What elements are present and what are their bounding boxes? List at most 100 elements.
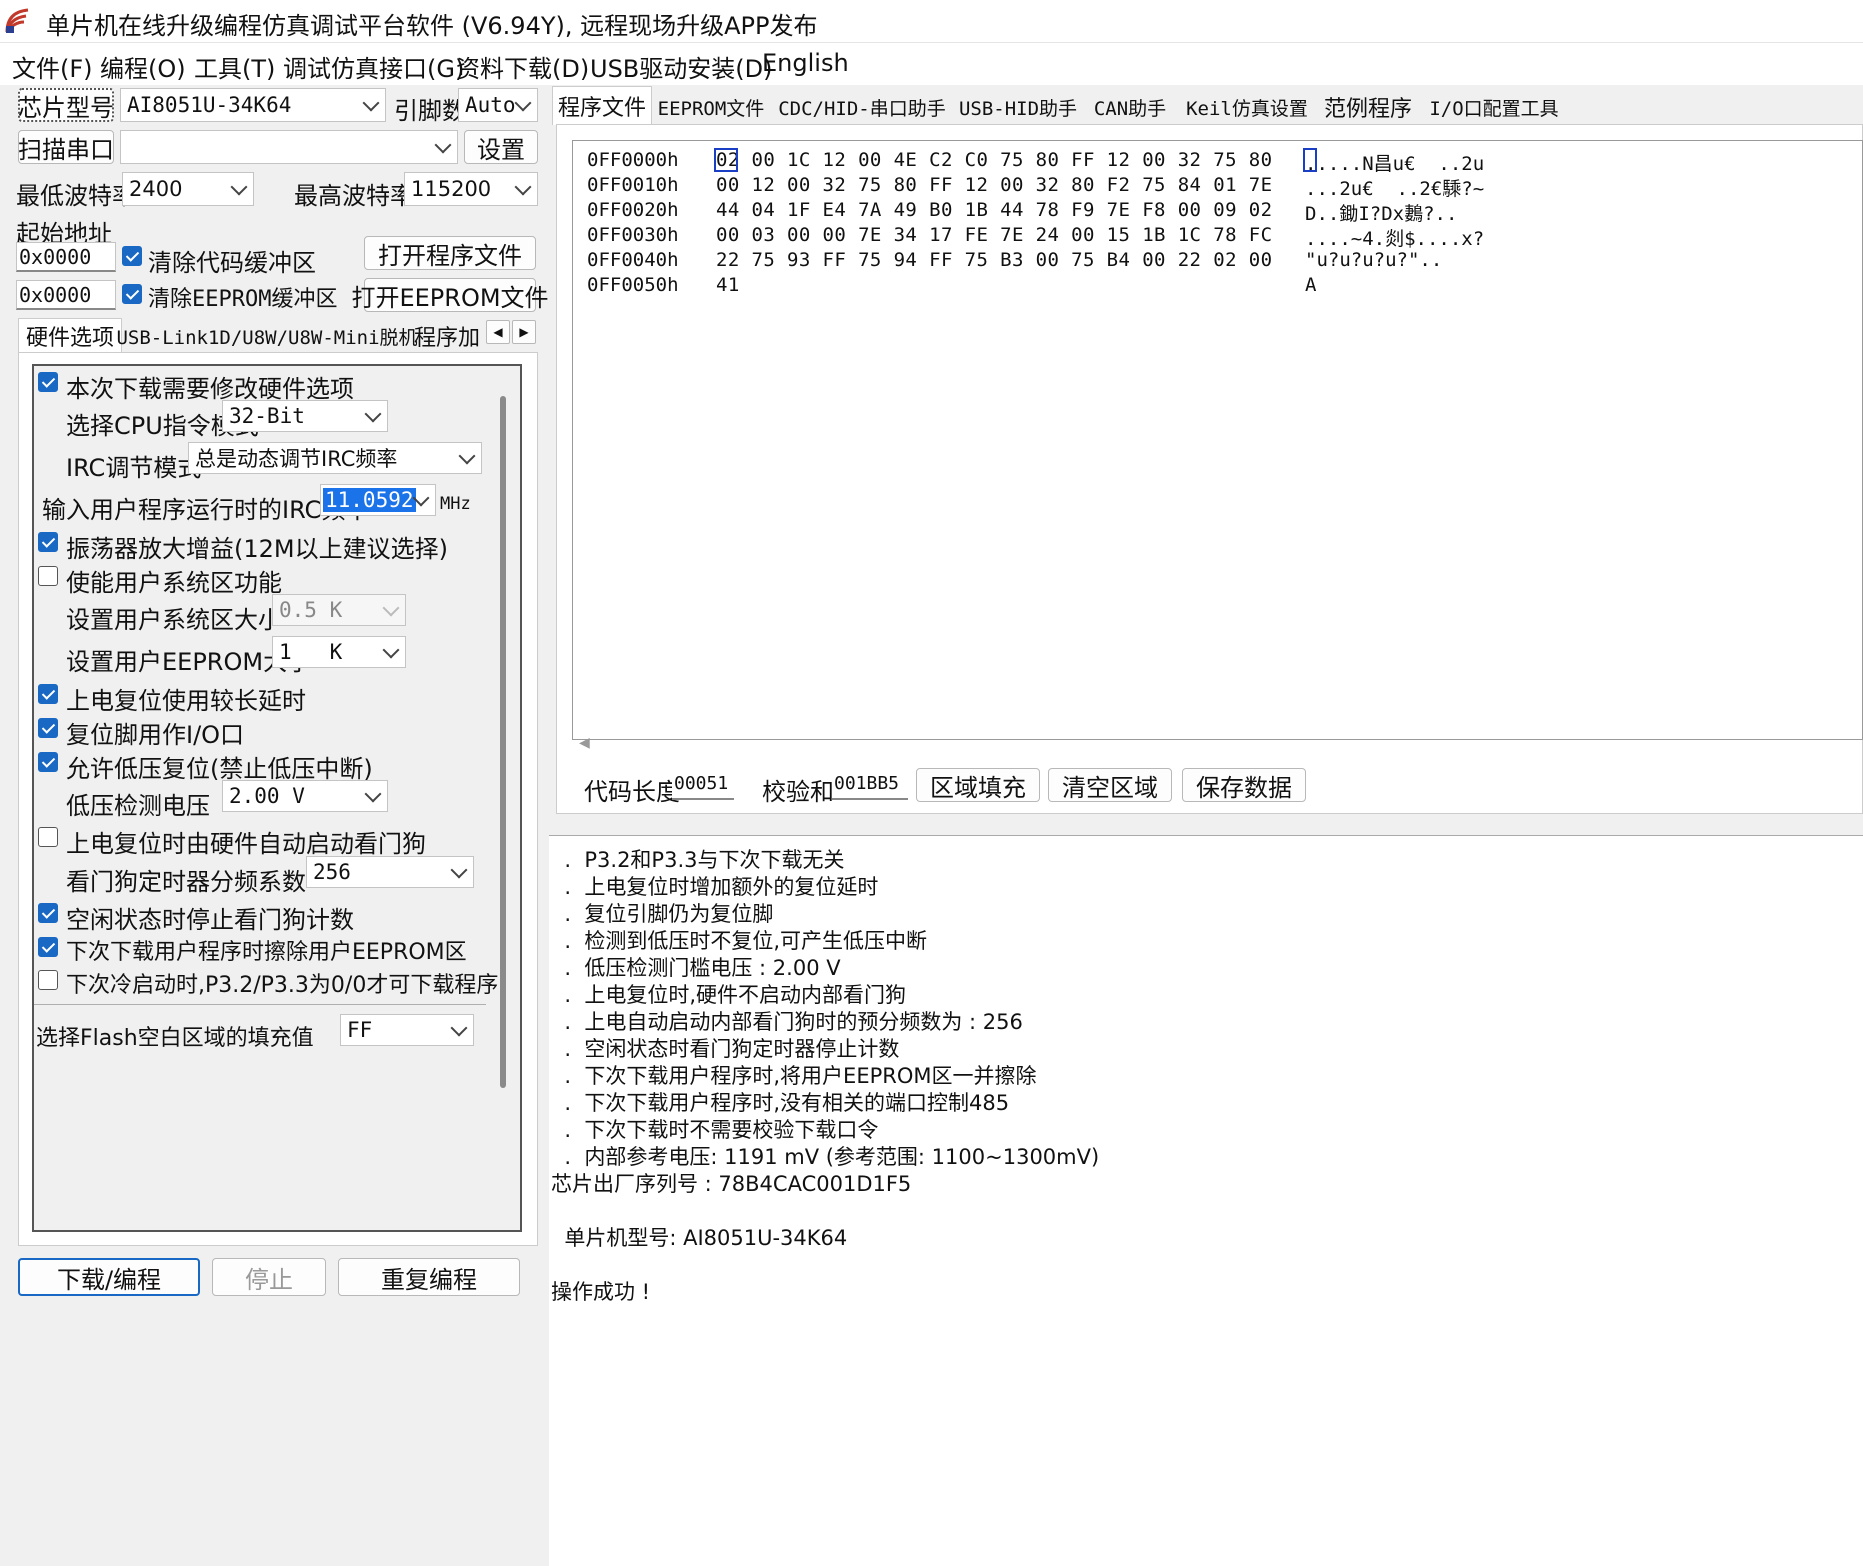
scan-port-button[interactable]: 扫描串口 — [18, 130, 114, 164]
irc-freq-select[interactable]: 11.0592 — [320, 484, 436, 516]
hex-address: 0FF0050h — [587, 274, 679, 296]
save-data-button[interactable]: 保存数据 — [1182, 768, 1306, 802]
open-eeprom-button[interactable]: 打开EEPROM文件 — [351, 278, 549, 312]
long-delay-label: 上电复位使用较长延时 — [66, 687, 306, 715]
osc-gain-checkbox[interactable] — [38, 532, 58, 552]
output-log[interactable]: . P3.2和P3.3与下次下载无关 . 上电复位时增加额外的复位延时 . 复位… — [549, 835, 1863, 1566]
download-program-button[interactable]: 下载/编程 — [18, 1258, 200, 1296]
hex-bytes[interactable]: 44 04 1F E4 7A 49 B0 1B 44 78 F9 7E F8 0… — [716, 199, 1272, 221]
hex-editor[interactable]: 0FF0000h 02 00 1C 12 00 4E C2 C0 75 80 FF… — [572, 140, 1863, 751]
window-title: 单片机在线升级编程仿真调试平台软件 (V6.94Y), 远程现场升级APP发布 — [46, 12, 818, 40]
tab-examples[interactable]: 范例程序 — [1322, 90, 1414, 124]
eeprom-address-input[interactable]: 0x0000 — [16, 280, 116, 310]
fill-area-button[interactable]: 区域填充 — [916, 768, 1040, 802]
user-eeprom-size-select[interactable]: 1 K — [272, 636, 406, 668]
hex-ascii[interactable]: D..鋤I?Dx鶈?.. — [1305, 199, 1457, 226]
log-line: . 下次下载用户程序时,将用户EEPROM区一并擦除 — [551, 1064, 1037, 1088]
irc-freq-unit: MHz — [440, 494, 471, 514]
log-line: . 上电自动启动内部看门狗时的预分频数为 : 256 — [551, 1010, 1023, 1034]
cpu-mode-select[interactable]: 32-Bit — [222, 400, 388, 432]
irc-freq-value[interactable]: 11.0592 — [323, 488, 416, 512]
hex-ascii[interactable]: A — [1305, 274, 1316, 296]
chevron-down-icon — [450, 861, 468, 879]
pin-count-select[interactable]: Auto — [458, 88, 538, 122]
reset-io-label: 复位脚用作I/O口 — [66, 721, 245, 749]
log-line: 单片机型号: AI8051U-34K64 — [551, 1226, 848, 1250]
user-sys-size-select[interactable]: 0.5 K — [272, 594, 406, 626]
menu-program[interactable]: 编程(O) — [100, 49, 186, 84]
min-baud-label: 最低波特率 — [16, 182, 136, 210]
chip-model-button[interactable]: 芯片型号 — [18, 88, 114, 122]
min-baud-select[interactable]: 2400 — [122, 172, 254, 206]
lvd-voltage-select[interactable]: 2.00 V — [222, 780, 388, 812]
cpu-mode-value: 32-Bit — [229, 404, 305, 428]
user-sys-area-checkbox[interactable] — [38, 566, 58, 586]
irc-mode-select[interactable]: 总是动态调节IRC频率 — [188, 442, 482, 474]
tab-hardware-options[interactable]: 硬件选项 — [18, 318, 122, 353]
hw-wdt-checkbox[interactable] — [38, 827, 58, 847]
lvd-reset-label: 允许低压复位(禁止低压中断) — [66, 755, 373, 783]
tab-io-config[interactable]: I/O口配置工具 — [1424, 90, 1564, 124]
modify-hw-checkbox[interactable] — [38, 372, 58, 392]
tab-can[interactable]: CAN助手 — [1090, 90, 1170, 124]
scroll-left-icon[interactable]: ◀ — [579, 735, 590, 751]
log-line: . 复位引脚仍为复位脚 — [551, 902, 774, 926]
chip-model-select[interactable]: AI8051U-34K64 — [120, 88, 386, 122]
cold-boot-checkbox[interactable] — [38, 970, 58, 990]
tab-cdc-hid-serial[interactable]: CDC/HID-串口助手 — [778, 90, 946, 124]
hex-bytes[interactable]: 22 75 93 FF 75 94 FF 75 B3 00 75 B4 00 2… — [716, 249, 1272, 271]
hex-bytes[interactable]: 00 12 00 32 75 80 FF 12 00 32 80 F2 75 8… — [716, 174, 1272, 196]
stop-button[interactable]: 停止 — [212, 1258, 326, 1296]
erase-eeprom-checkbox[interactable] — [38, 937, 58, 957]
menu-debug-interface[interactable]: 调试仿真接口(G) — [283, 49, 464, 84]
chevron-down-icon — [458, 447, 476, 465]
idle-wdt-checkbox[interactable] — [38, 903, 58, 923]
menu-usb-driver[interactable]: USB驱动安装(D) — [590, 49, 772, 84]
open-program-button[interactable]: 打开程序文件 — [364, 236, 536, 270]
tab-usb-link-offline[interactable]: USB-Link1D/U8W/U8W-Mini脱机 — [116, 320, 417, 352]
clear-area-button[interactable]: 清空区域 — [1048, 768, 1172, 802]
irc-mode-value: 总是动态调节IRC频率 — [195, 447, 398, 471]
serial-port-select[interactable] — [120, 130, 458, 164]
wdt-div-select[interactable]: 256 — [306, 856, 474, 888]
hex-ascii[interactable]: .....N昌u€ ..2u — [1305, 149, 1484, 176]
long-delay-checkbox[interactable] — [38, 684, 58, 704]
reset-io-checkbox[interactable] — [38, 718, 58, 738]
log-line: . 下次下载用户程序时,没有相关的端口控制485 — [551, 1091, 1010, 1115]
hex-ascii[interactable]: ...2u€ ..2€騬?~ — [1305, 174, 1484, 201]
user-sys-size-value: 0.5 K — [279, 598, 343, 622]
reprogram-button[interactable]: 重复编程 — [338, 1258, 520, 1296]
tab-program-file[interactable]: 程序文件 — [552, 86, 652, 125]
options-scrollbar[interactable] — [500, 396, 506, 1088]
lvd-reset-checkbox[interactable] — [38, 752, 58, 772]
checksum-label: 校验和 — [762, 778, 834, 806]
settings-button[interactable]: 设置 — [464, 130, 538, 164]
menu-tools[interactable]: 工具(T) — [194, 49, 275, 84]
max-baud-select[interactable]: 115200 — [404, 172, 538, 206]
tab-usb-hid[interactable]: USB-HID助手 — [958, 90, 1078, 124]
tab-keil-settings[interactable]: Keil仿真设置 — [1182, 90, 1312, 124]
clear-code-checkbox[interactable] — [122, 246, 142, 266]
hex-ascii[interactable]: ....~4.剡$....x? — [1305, 224, 1484, 251]
menu-downloads[interactable]: 资料下载(D) — [456, 49, 589, 84]
title-bar: 单片机在线升级编程仿真调试平台软件 (V6.94Y), 远程现场升级APP发布 — [0, 0, 1863, 43]
tab-scroll-right-icon[interactable]: ▶ — [512, 320, 536, 344]
hex-bytes[interactable]: 02 00 1C 12 00 4E C2 C0 75 80 FF 12 00 3… — [716, 149, 1272, 171]
fill-value-select[interactable]: FF — [340, 1014, 474, 1046]
tab-program-encrypt[interactable]: 程序加 — [414, 320, 484, 352]
options-divider — [34, 1004, 486, 1005]
tab-scroll-left-icon[interactable]: ◀ — [486, 320, 510, 344]
clear-eeprom-label: 清除EEPROM缓冲区 — [148, 287, 338, 312]
hex-bytes[interactable]: 41 — [716, 274, 740, 296]
hex-cursor — [714, 148, 738, 172]
hex-bytes[interactable]: 00 03 00 00 7E 34 17 FE 7E 24 00 15 1B 1… — [716, 224, 1272, 246]
hex-ascii[interactable]: "u?u?u?u?".. — [1305, 249, 1442, 271]
code-address-input[interactable]: 0x0000 — [16, 242, 116, 272]
menu-file[interactable]: 文件(F) — [12, 49, 93, 84]
hex-address: 0FF0000h — [587, 149, 679, 171]
clear-eeprom-checkbox[interactable] — [122, 284, 142, 304]
log-line: . 下次下载时不需要校验下载口令 — [551, 1118, 879, 1142]
menu-english[interactable]: English — [762, 49, 849, 77]
chevron-down-icon — [362, 94, 380, 112]
tab-eeprom-file[interactable]: EEPROM文件 — [656, 90, 766, 124]
